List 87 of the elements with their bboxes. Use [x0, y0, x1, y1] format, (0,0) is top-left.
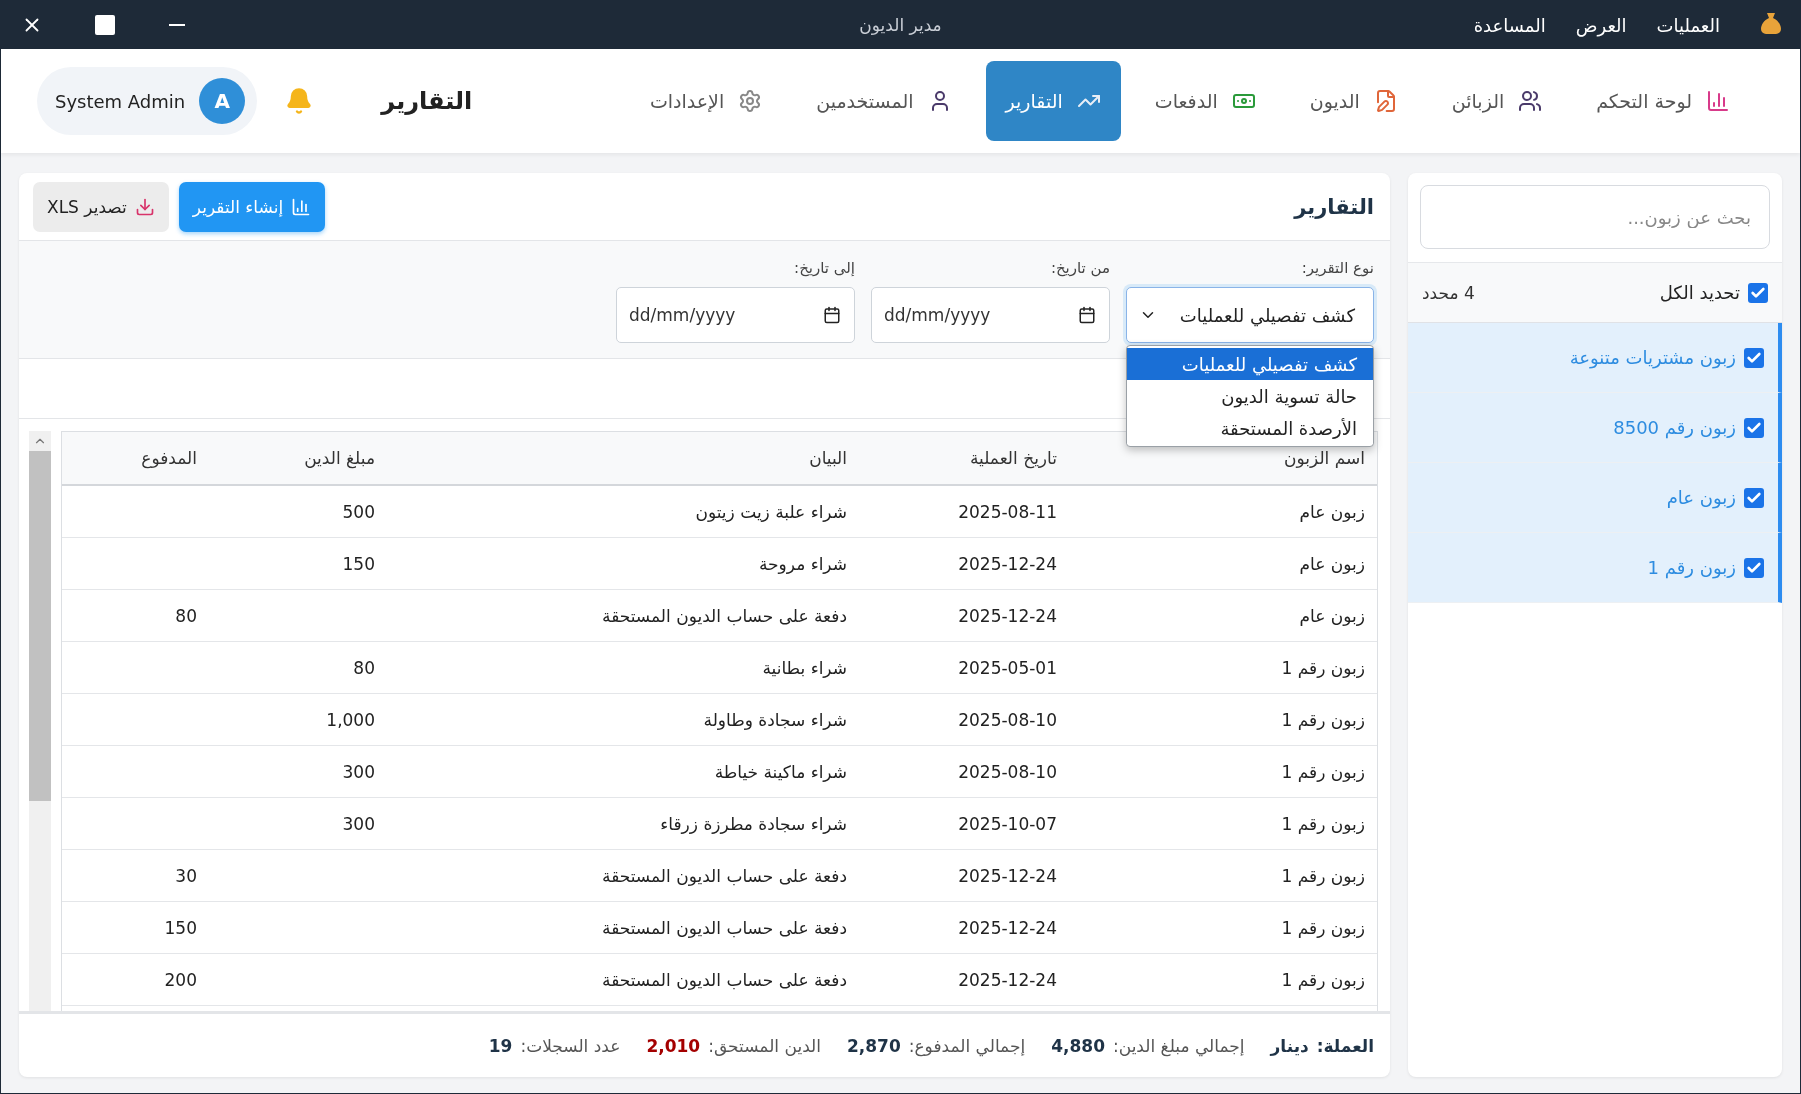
calendar-icon[interactable]	[1078, 306, 1096, 324]
nav-tab[interactable]: التقارير	[985, 61, 1121, 141]
column-header: تاريخ العملية	[968, 448, 1058, 468]
report-type-select[interactable]: كشف تفصيلي للعمليات	[1126, 287, 1374, 343]
table-cell-text: 2025-12-24	[957, 553, 1058, 574]
checkbox[interactable]	[1744, 417, 1764, 438]
page-title: التقارير	[381, 87, 473, 115]
table-cell-text: دفعة على حساب الديون المستحقة	[601, 969, 848, 990]
section-title: التقارير	[1294, 194, 1374, 219]
nav-tab[interactable]: الزبائن	[1431, 61, 1563, 141]
nav-tab[interactable]: لوحة التحكم	[1576, 61, 1750, 141]
column-header: المدفوع	[140, 448, 198, 468]
checkbox-label[interactable]: تحديد الكل	[1659, 282, 1740, 303]
table-cell-text: شراء بطانية	[761, 657, 848, 678]
users-icon	[1518, 89, 1543, 113]
selected-count: 4 محدد	[1422, 282, 1475, 303]
summary-stat: العملة: دينار	[1270, 1035, 1374, 1056]
table-cell-text: 2025-12-24	[957, 917, 1058, 938]
table-cell-text: 1,000	[325, 709, 376, 730]
date-field[interactable]: dd/mm/yyyy	[616, 287, 855, 343]
column-header: مبلغ الدين	[303, 448, 376, 468]
scrollbar[interactable]	[29, 431, 51, 1011]
table-cell-text: شراء سجادة مطرزة زرقاء	[659, 813, 848, 834]
table-cell-text: زبون رقم 1	[1280, 761, 1366, 782]
dropdown-option[interactable]: كشف تفصيلي للعمليات	[1127, 348, 1373, 380]
table-cell-text: 2025-08-10	[957, 709, 1058, 730]
table-cell-text: دفعة على حساب الديون المستحقة	[601, 865, 848, 886]
table-cell-text: 80	[352, 657, 376, 678]
table-cell-text: 2025-10-07	[957, 813, 1058, 834]
menu-item[interactable]: المساعدة	[1473, 14, 1546, 36]
table-cell-text: 2025-08-10	[957, 761, 1058, 782]
window-title: مدير الديون	[859, 15, 942, 35]
table-cell-text: دفعة على حساب الديون المستحقة	[601, 605, 848, 626]
table-cell-text: زبون رقم 1	[1280, 865, 1366, 886]
menu-item[interactable]: العرض	[1575, 14, 1627, 36]
nav-tab[interactable]: الإعدادات	[629, 61, 783, 141]
table-cell-text: 30	[174, 865, 198, 886]
table-cell-text: زبون رقم 1	[1280, 813, 1366, 834]
table-cell-text: 2025-12-24	[957, 969, 1058, 990]
table-cell-text: 500	[341, 501, 376, 522]
calendar-icon[interactable]	[823, 306, 841, 324]
table-cell-text: 150	[163, 917, 198, 938]
table-cell-text: زبون رقم 1	[1280, 969, 1366, 990]
table-cell-text: شراء مروحة	[757, 553, 848, 574]
download-icon	[134, 196, 155, 217]
menu-item[interactable]: العمليات	[1656, 14, 1720, 36]
export-button[interactable]: تصدير XLS	[33, 181, 169, 232]
table-cell-text: 2025-08-11	[957, 501, 1058, 522]
avatar: A	[199, 78, 246, 124]
table-cell-text: 2025-12-24	[957, 605, 1058, 626]
dropdown-option[interactable]: حالة تسوية الديون	[1127, 380, 1373, 412]
settings-icon	[738, 89, 763, 113]
table-cell-text: 80	[174, 605, 198, 626]
table-cell-text: دفعة على حساب الديون المستحقة	[601, 917, 848, 938]
bar-chart-icon	[291, 196, 312, 217]
user-name: System Admin	[55, 90, 186, 112]
table-cell-text: زبون عام	[1298, 501, 1366, 522]
bar-chart-icon	[1706, 89, 1730, 113]
checkbox[interactable]	[1744, 487, 1764, 508]
table-cell-text: 300	[341, 761, 376, 782]
table-cell-text: شراء ماكينة خياطة	[713, 761, 848, 782]
column-header: البيان	[808, 448, 848, 468]
nav-tab[interactable]: الدفعات	[1134, 61, 1276, 141]
search-field[interactable]: بحث عن زبون...	[1420, 185, 1770, 249]
date-field[interactable]: dd/mm/yyyy	[871, 287, 1110, 343]
table-cell-text: شراء علبة زيت زيتون	[694, 501, 848, 522]
nav-tab[interactable]: الديون	[1289, 61, 1418, 141]
table-cell-text: زبون رقم 1	[1280, 657, 1366, 678]
field-label: إلى تاريخ:	[793, 259, 855, 277]
checkbox[interactable]	[1748, 282, 1768, 303]
table-cell-text: 150	[341, 553, 376, 574]
table-cell-text: زبون عام	[1298, 553, 1366, 574]
table-cell-text: زبون رقم 1	[1280, 709, 1366, 730]
table-cell-text: 300	[341, 813, 376, 834]
table-cell-text: شراء سجادة وطاولة	[702, 709, 848, 730]
table-cell-text: زبون عام	[1298, 605, 1366, 626]
table-cell-text: زبون رقم 1	[1280, 917, 1366, 938]
checkbox[interactable]	[1744, 347, 1764, 368]
table-cell-text: 2025-12-24	[957, 865, 1058, 886]
table-cell-text: 2025-05-01	[957, 657, 1058, 678]
field-label: نوع التقرير:	[1300, 259, 1374, 277]
checkbox[interactable]	[1744, 557, 1764, 578]
field-label: من تاريخ:	[1049, 259, 1110, 277]
dropdown-option[interactable]: الأرصدة المستحقة	[1127, 412, 1373, 444]
column-header: اسم الزبون	[1283, 448, 1366, 468]
nav-tab[interactable]: المستخدمين	[796, 61, 972, 141]
table-cell-text: 200	[163, 969, 198, 990]
